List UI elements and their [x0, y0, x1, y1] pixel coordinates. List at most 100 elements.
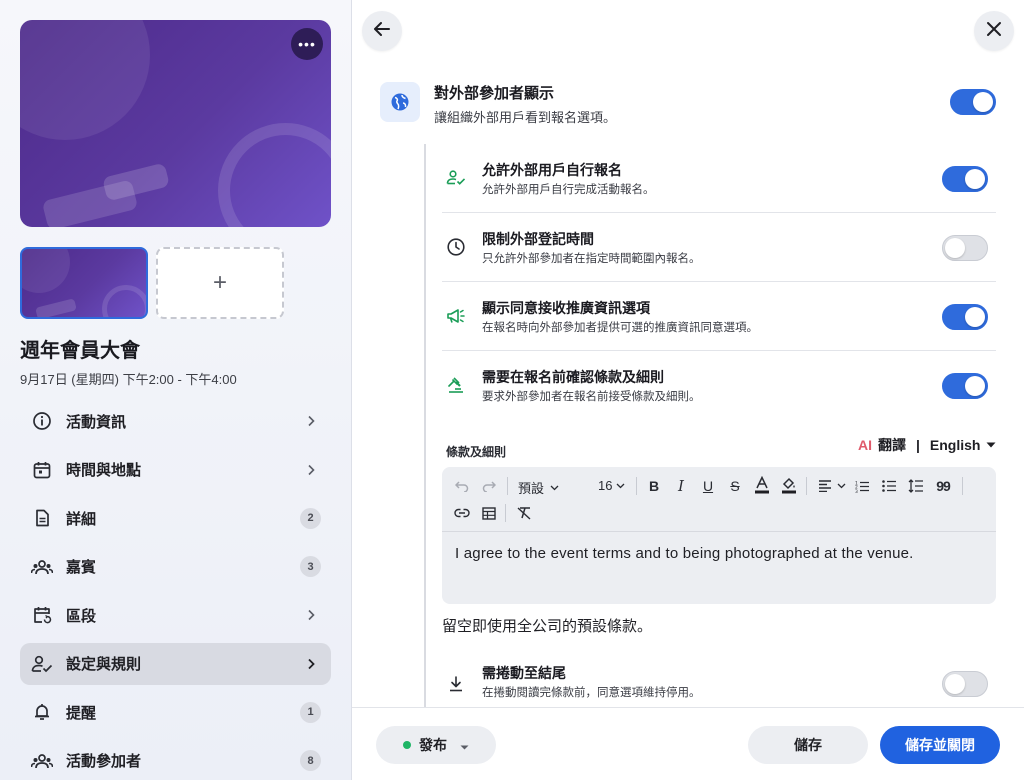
sidebar-item-label: 區段: [66, 607, 97, 625]
sidebar-item-guests[interactable]: 嘉賓 3: [20, 546, 331, 588]
calendar-repeat-icon: [30, 603, 54, 627]
redo-icon[interactable]: [478, 475, 500, 497]
italic-icon[interactable]: I: [670, 475, 692, 497]
option-row-limit-time: 限制外部登記時間 只允許外部參加者在指定時間範圍內報名。: [442, 213, 996, 282]
option-title: 允許外部用戶自行報名: [482, 162, 622, 178]
marketing-consent-toggle[interactable]: [942, 304, 988, 330]
terms-confirm-toggle[interactable]: [942, 373, 988, 399]
sidebar-item-time-location[interactable]: 時間與地點: [20, 449, 331, 491]
caret-down-icon: [460, 737, 469, 753]
cover-image[interactable]: •••: [20, 20, 331, 227]
external-visibility-row: 對外部參加者顯示 讓組織外部用戶看到報名選項。: [380, 80, 996, 130]
option-description: 要求外部參加者在報名前接受條款及細則。: [482, 391, 701, 403]
numbered-list-icon[interactable]: 123: [851, 475, 873, 497]
sidebar-item-label: 設定與規則: [66, 656, 142, 673]
close-button[interactable]: [974, 11, 1014, 51]
terms-editor: 預設 16 B I U S 123 99 I agree to the even…: [442, 467, 996, 604]
sidebar-item-sessions[interactable]: 區段: [20, 594, 331, 636]
sidebar-nav: 活動資訊 時間與地點 詳細 2 嘉賓 3 區段 設定與規則 提醒 1 活動參加者…: [20, 400, 331, 780]
terms-default-note: 留空即使用全公司的預設條款。: [442, 618, 653, 635]
sidebar-item-label: 活動參加者: [66, 753, 142, 770]
quote-icon[interactable]: 99: [932, 475, 954, 497]
add-image-button[interactable]: +: [156, 247, 284, 319]
sidebar-item-label: 嘉賓: [66, 559, 97, 576]
count-badge: 3: [300, 556, 321, 577]
clear-format-icon[interactable]: [513, 502, 535, 524]
option-description: 允許外部用戶自行完成活動報名。: [482, 184, 655, 196]
option-title: 顯示同意接收推廣資訊選項: [482, 300, 650, 316]
font-size-select[interactable]: 16: [598, 478, 625, 493]
more-horizontal-icon: •••: [298, 36, 316, 52]
count-badge: 1: [300, 701, 321, 723]
table-icon[interactable]: [478, 502, 500, 524]
underline-icon[interactable]: U: [697, 475, 719, 497]
status-dot: [403, 741, 411, 749]
sidebar-item-event-info[interactable]: 活動資訊: [20, 400, 331, 442]
arrow-left-icon: [372, 19, 392, 44]
strikethrough-icon[interactable]: S: [724, 475, 746, 497]
event-title: 週年會員大會: [20, 340, 140, 362]
back-button[interactable]: [362, 11, 402, 51]
sidebar-item-label: 詳細: [66, 510, 97, 528]
publish-label: 發布: [419, 737, 447, 753]
language-value: English: [929, 437, 981, 453]
sidebar: ••• + 週年會員大會 9月17日 (星期四) 下午2:00 - 下午4:00…: [0, 0, 352, 780]
line-height-icon[interactable]: [905, 475, 927, 497]
clock-icon: [444, 235, 468, 259]
option-description: 只允許外部參加者在指定時間範圍內報名。: [482, 253, 701, 265]
count-badge: 2: [300, 507, 321, 529]
caret-down-icon: [986, 442, 996, 448]
svg-text:3: 3: [855, 488, 858, 492]
font-size-value: 16: [598, 478, 613, 493]
highlight-color-icon[interactable]: [778, 474, 800, 496]
chevron-down-icon: [550, 485, 559, 490]
option-row-terms-confirm: 需要在報名前確認條款及細則 要求外部參加者在報名前接受條款及細則。: [442, 351, 996, 420]
sidebar-item-label: 提醒: [66, 704, 97, 722]
event-time: 9月17日 (星期四) 下午2:00 - 下午4:00: [20, 372, 237, 387]
chevron-down-icon: [617, 483, 625, 488]
chevron-right-icon: [303, 462, 319, 478]
separator: |: [916, 437, 920, 453]
people-icon: [30, 749, 54, 773]
ai-translate-area: AI 翻譯 | English: [858, 436, 996, 454]
chevron-down-icon[interactable]: [830, 475, 852, 497]
document-icon: [30, 506, 54, 530]
user-check-icon: [444, 166, 468, 190]
bold-icon[interactable]: B: [643, 475, 665, 497]
undo-icon[interactable]: [451, 475, 473, 497]
option-title: 需要在報名前確認條款及細則: [482, 369, 664, 385]
scroll-to-end-toggle[interactable]: [942, 671, 988, 697]
chevron-right-icon: [303, 607, 319, 623]
ai-tag: AI: [858, 437, 872, 453]
option-description: 在報名時向外部參加者提供可選的推廣資訊同意選項。: [482, 322, 758, 334]
sidebar-item-attendees[interactable]: 活動參加者 8: [20, 740, 331, 780]
calendar-icon: [30, 458, 54, 482]
text-color-icon[interactable]: [751, 474, 773, 496]
panel-footer: 發布 儲存 儲存並關閉: [352, 707, 1024, 780]
publish-button[interactable]: 發布: [376, 726, 496, 764]
external-visibility-title: 對外部參加者顯示: [434, 85, 555, 102]
more-options-button[interactable]: •••: [291, 28, 323, 60]
save-and-close-button[interactable]: 儲存並關閉: [880, 726, 1000, 764]
link-icon[interactable]: [451, 502, 473, 524]
option-title: 需捲動至結尾: [482, 665, 566, 681]
self-register-toggle[interactable]: [942, 166, 988, 192]
bullet-list-icon[interactable]: [878, 475, 900, 497]
cover-thumbnail[interactable]: [20, 247, 148, 319]
language-select[interactable]: English: [930, 437, 997, 453]
paragraph-style-select[interactable]: 預設: [518, 478, 559, 497]
sidebar-item-settings-rules[interactable]: 設定與規則: [20, 642, 331, 685]
terms-label: 條款及細則: [446, 445, 507, 459]
external-visibility-toggle[interactable]: [950, 89, 996, 115]
gavel-icon: [444, 373, 468, 397]
option-row-marketing-consent: 顯示同意接收推廣資訊選項 在報名時向外部參加者提供可選的推廣資訊同意選項。: [442, 282, 996, 351]
ai-translate-button[interactable]: 翻譯: [878, 435, 906, 455]
sidebar-item-details[interactable]: 詳細 2: [20, 497, 331, 539]
plus-icon: +: [212, 269, 227, 296]
option-title: 限制外部登記時間: [482, 231, 594, 247]
terms-content[interactable]: I agree to the event terms and to being …: [455, 545, 914, 562]
option-description: 在捲動閱讀完條款前，同意選項維持停用。: [482, 687, 701, 699]
sidebar-item-reminders[interactable]: 提醒 1: [20, 691, 331, 733]
save-button[interactable]: 儲存: [748, 726, 868, 764]
limit-time-toggle[interactable]: [942, 235, 988, 261]
